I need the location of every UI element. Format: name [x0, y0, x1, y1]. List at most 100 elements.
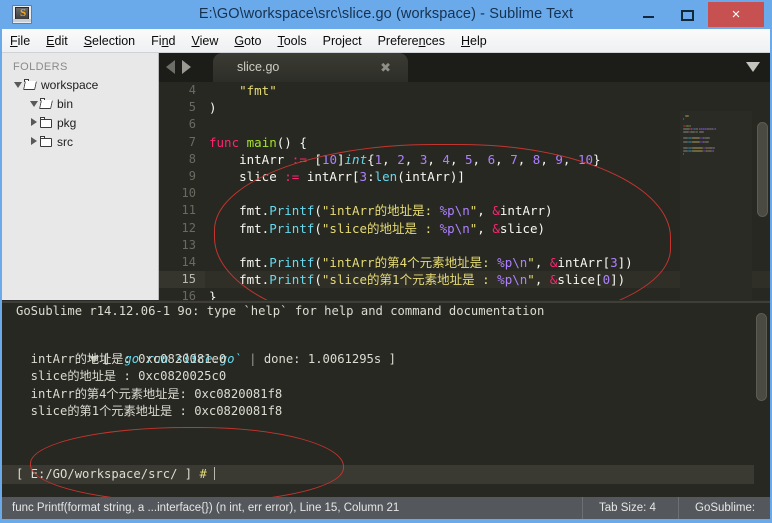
menu-item-find[interactable]: Find	[143, 29, 183, 53]
code-token: %p	[497, 254, 513, 270]
menu-item-project[interactable]: Project	[315, 29, 370, 53]
code-token: Printf	[269, 220, 315, 236]
code-token: {	[367, 151, 375, 167]
code-token: 10	[321, 151, 337, 167]
code-token: 5	[465, 151, 473, 167]
code-token: (	[314, 203, 322, 219]
chevron-right-icon[interactable]	[29, 114, 39, 133]
tree-item-bin[interactable]: bin	[2, 95, 158, 114]
code-token: ])	[617, 254, 633, 270]
line-number: 15	[159, 271, 205, 289]
code-token: "	[527, 254, 535, 270]
tree-item-src[interactable]: src	[2, 133, 158, 152]
code-token: (	[314, 254, 322, 270]
code-token: slice	[209, 168, 285, 184]
prompt-path: [ E:/GO/workspace/src/ ]	[16, 467, 193, 481]
minimap-line	[692, 140, 701, 143]
console-output-line: slice的地址是 : 0xc0820025c0	[16, 369, 227, 384]
minimize-button[interactable]	[631, 2, 665, 27]
code-token: "slice的第1个元素地址是 :	[321, 272, 498, 288]
menu-item-preferences[interactable]: Preferences	[370, 29, 453, 53]
code-token: intArr[	[299, 168, 360, 184]
maximize-button[interactable]	[670, 2, 704, 27]
menu-item-goto[interactable]: Goto	[226, 29, 269, 53]
code-token: ,	[495, 151, 511, 167]
chevron-down-icon[interactable]	[746, 62, 760, 72]
code-token: ,	[517, 151, 533, 167]
line-number: 6	[188, 117, 196, 132]
status-syntax[interactable]: GoSublime: Go	[678, 497, 770, 519]
tab-nav-arrows	[166, 60, 198, 79]
console-output-line: slice的第1个元素地址是 : 0xc0820081f8	[16, 403, 283, 418]
status-tab-size[interactable]: Tab Size: 4	[582, 497, 656, 519]
line-number: 5	[188, 100, 196, 115]
tab-slice-go[interactable]: slice.go ✖	[213, 53, 408, 82]
code-token: fmt.	[209, 254, 270, 270]
tree-item-workspace[interactable]: workspace	[2, 76, 158, 95]
code-token: 2	[397, 151, 405, 167]
code-token: "slice的地址是 :	[321, 220, 440, 236]
arrow-left-icon[interactable]	[166, 60, 175, 74]
code-area[interactable]: 4567891011121314151617 "fmt") func main(…	[159, 82, 770, 300]
code-token: "intArr的第4个元素地址是:	[321, 254, 498, 270]
code-token: }	[593, 151, 601, 167]
code-token: 4	[442, 151, 450, 167]
code-token: ,	[427, 151, 443, 167]
close-button[interactable]: ×	[708, 2, 764, 27]
line-number: 13	[181, 237, 196, 252]
line-number: 10	[181, 186, 196, 201]
sidebar: FOLDERS workspace bin pkg src	[2, 53, 159, 300]
minimap[interactable]	[680, 111, 752, 300]
line-number: 16	[181, 289, 196, 300]
code-token: func	[209, 134, 247, 150]
chevron-down-icon[interactable]	[13, 76, 23, 95]
window-controls: ×	[631, 2, 764, 27]
line-number: 4	[188, 83, 196, 97]
console-scrollbar[interactable]	[756, 313, 767, 401]
line-number: 14	[181, 254, 196, 269]
folder-icon	[39, 114, 54, 133]
minimize-icon	[643, 16, 655, 18]
code-token: "fmt"	[239, 83, 277, 98]
line-number: 9	[188, 168, 196, 183]
tree-item-pkg[interactable]: pkg	[2, 114, 158, 133]
minimap-line	[685, 115, 689, 117]
code-token: ,	[472, 151, 488, 167]
menu-item-edit[interactable]: Edit	[38, 29, 76, 53]
console-prompt[interactable]: [ E:/GO/workspace/src/ ] #	[2, 465, 754, 484]
code-token: ,	[382, 151, 398, 167]
code-token: ]	[336, 151, 345, 167]
menu-item-file[interactable]: File	[2, 29, 38, 53]
minimap-line	[698, 131, 705, 133]
close-icon[interactable]: ✖	[380, 53, 391, 82]
menu-item-tools[interactable]: Tools	[269, 29, 314, 53]
menu-item-help[interactable]: Help	[453, 29, 495, 53]
code-token: 0	[602, 272, 611, 288]
tab-bar: slice.go ✖	[159, 53, 770, 82]
console-run-header[interactable]: [ `go run slice.go` | done: 1.0061295s ]	[2, 333, 754, 366]
chevron-down-icon[interactable]	[29, 95, 39, 114]
text-caret	[213, 467, 215, 480]
minimap-line	[688, 124, 692, 127]
code-token: 9	[555, 151, 563, 167]
console-output-line: intArr的第4个元素地址是: 0xc0820081f8	[16, 386, 283, 401]
menu-item-selection[interactable]: Selection	[76, 29, 143, 53]
code-token: intArr)	[499, 203, 553, 219]
code-token: ,	[540, 151, 556, 167]
minimap-line	[692, 150, 704, 153]
console-output[interactable]: GoSublime r14.12.06-1 9o: type `help` fo…	[2, 303, 754, 473]
menu-bar: File Edit Selection Find View Goto Tools Projec…	[2, 29, 770, 53]
editor-scrollbar[interactable]	[757, 122, 768, 217]
chevron-right-icon[interactable]	[29, 133, 39, 152]
close-icon: ×	[731, 6, 741, 23]
code-line[interactable]: "fmt"	[205, 82, 770, 99]
code-token: slice[	[557, 272, 603, 288]
code-token: :=	[284, 168, 300, 184]
console-banner: GoSublime r14.12.06-1 9o: type `help` fo…	[16, 304, 545, 318]
menu-item-view[interactable]: View	[183, 29, 226, 53]
arrow-right-icon[interactable]	[182, 60, 191, 74]
code-token: 7	[510, 151, 518, 167]
code-token: 3	[359, 168, 368, 184]
code-token: 3	[610, 254, 618, 270]
